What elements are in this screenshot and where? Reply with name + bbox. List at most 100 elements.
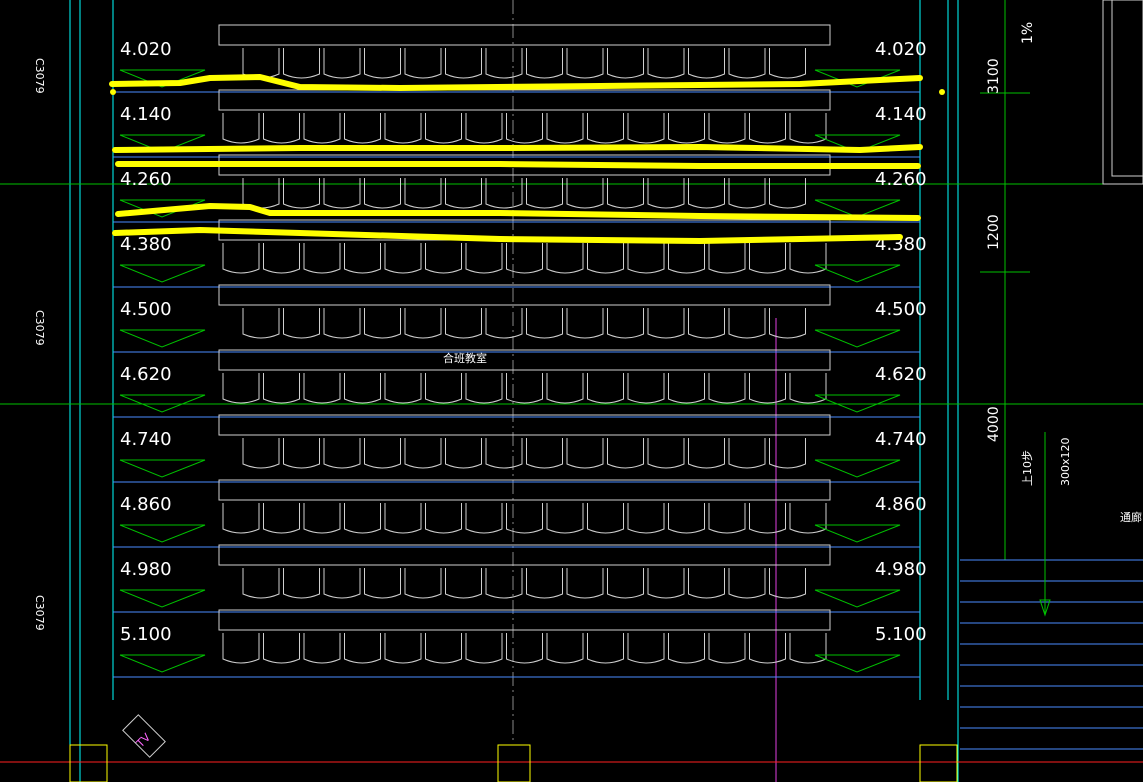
seat xyxy=(222,243,260,274)
seat xyxy=(303,633,341,664)
seat xyxy=(445,568,482,599)
seat xyxy=(404,438,442,469)
seat xyxy=(425,373,462,404)
seat xyxy=(384,243,422,274)
seat xyxy=(769,178,806,209)
seat xyxy=(728,48,766,79)
seat xyxy=(283,308,320,339)
seat xyxy=(263,373,300,404)
desk xyxy=(218,284,831,306)
elevation-triangle xyxy=(814,329,901,348)
column xyxy=(497,744,531,782)
seat xyxy=(728,568,766,599)
seat xyxy=(465,113,503,144)
seat xyxy=(222,113,260,144)
seat xyxy=(749,113,786,144)
seat xyxy=(263,113,300,144)
frame xyxy=(1102,0,1143,185)
highlight-dot xyxy=(110,89,116,95)
elevation-triangle xyxy=(119,589,206,608)
desk xyxy=(218,414,831,436)
door-label-2: C3079 xyxy=(33,310,46,346)
seat xyxy=(566,438,604,469)
seat xyxy=(384,503,422,534)
seat xyxy=(546,113,584,144)
seat xyxy=(708,373,746,404)
seat xyxy=(526,178,563,209)
elevation-triangle xyxy=(814,264,901,283)
seat xyxy=(283,178,320,209)
seat xyxy=(465,373,503,404)
desk xyxy=(218,89,831,111)
seat xyxy=(607,48,644,79)
elevation-triangle xyxy=(119,264,206,283)
seat xyxy=(749,633,786,664)
seat xyxy=(647,308,685,339)
dimension-1200: 1200 xyxy=(986,214,1002,250)
seat xyxy=(465,503,503,534)
seat xyxy=(566,568,604,599)
elevation-label-right: 4.860 xyxy=(875,494,927,515)
seat xyxy=(627,373,665,404)
elevation-label-left: 4.980 xyxy=(120,559,172,580)
seat xyxy=(607,308,644,339)
seat xyxy=(546,503,584,534)
desk xyxy=(218,609,831,631)
highlight-stroke xyxy=(115,161,921,169)
seat xyxy=(263,243,300,274)
seat xyxy=(587,113,624,144)
seat xyxy=(647,438,685,469)
seat xyxy=(404,568,442,599)
elevation-triangle xyxy=(119,524,206,543)
elevation-label-left: 4.740 xyxy=(120,429,172,450)
elevation-label-right: 4.260 xyxy=(875,169,927,190)
frame xyxy=(1111,0,1143,177)
seat xyxy=(526,308,563,339)
elevation-label-right: 4.020 xyxy=(875,39,927,60)
seat xyxy=(627,633,665,664)
elevation-label-left: 4.020 xyxy=(120,39,172,60)
seat xyxy=(445,308,482,339)
seat xyxy=(364,438,401,469)
corridor-label: 通廊 xyxy=(1120,510,1142,524)
elevation-triangle xyxy=(814,524,901,543)
desk xyxy=(218,479,831,501)
seat xyxy=(627,243,665,274)
seat xyxy=(323,308,361,339)
seat xyxy=(323,178,361,209)
seat xyxy=(485,48,523,79)
seat xyxy=(404,308,442,339)
seat xyxy=(546,633,584,664)
seat xyxy=(323,48,361,79)
seat xyxy=(242,48,280,79)
elevation-triangle xyxy=(814,654,901,673)
stair-size-label: 300x120 xyxy=(1059,437,1072,486)
seat xyxy=(566,308,604,339)
seat xyxy=(769,568,806,599)
seat xyxy=(485,438,523,469)
seat xyxy=(668,243,705,274)
seat xyxy=(465,633,503,664)
seat xyxy=(303,113,341,144)
seat xyxy=(587,633,624,664)
seat xyxy=(566,48,604,79)
stair-label: 上10步 xyxy=(1021,450,1034,486)
seat xyxy=(749,503,786,534)
elevation-label-left: 4.860 xyxy=(120,494,172,515)
seat xyxy=(708,113,746,144)
seat xyxy=(425,633,462,664)
seat xyxy=(263,503,300,534)
elevation-label-right: 4.980 xyxy=(875,559,927,580)
seat xyxy=(344,113,381,144)
seating-rows xyxy=(113,24,920,678)
seat xyxy=(789,373,827,404)
column xyxy=(69,744,108,782)
seat xyxy=(283,438,320,469)
elevation-label-right: 4.140 xyxy=(875,104,927,125)
elevation-label-left: 4.380 xyxy=(120,234,172,255)
seat xyxy=(445,48,482,79)
seat xyxy=(506,113,543,144)
elevation-triangle xyxy=(119,329,206,348)
seat xyxy=(242,178,280,209)
seat xyxy=(445,178,482,209)
